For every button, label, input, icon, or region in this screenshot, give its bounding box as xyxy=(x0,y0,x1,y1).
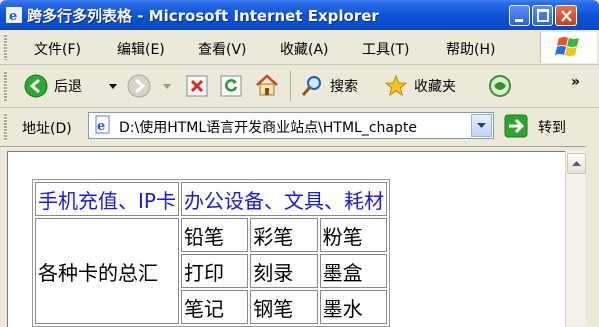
scroll-up-button[interactable] xyxy=(567,153,586,174)
star-icon xyxy=(384,74,408,97)
menu-help[interactable]: 帮助(H) xyxy=(446,39,495,59)
close-button[interactable] xyxy=(555,5,577,26)
standard-toolbar: 后退 搜索 收藏夹 » xyxy=(0,65,599,108)
ie-window: e 跨多行多列表格 - Microsoft Internet Explorer … xyxy=(0,0,599,327)
chevron-up-icon xyxy=(572,161,581,166)
menu-view[interactable]: 查看(V) xyxy=(198,39,247,59)
chevron-down-icon xyxy=(477,123,486,128)
home-icon[interactable] xyxy=(254,73,280,97)
search-label: 搜索 xyxy=(330,79,358,95)
forward-arrow-icon xyxy=(127,74,151,98)
search-icon xyxy=(301,76,321,96)
favorites-label: 收藏夹 xyxy=(414,79,456,95)
table-cell: 钢笔 xyxy=(250,290,318,324)
menu-tools[interactable]: 工具(T) xyxy=(362,39,409,59)
address-grip[interactable] xyxy=(4,113,7,141)
ie-logo-icon: e xyxy=(6,7,22,23)
table-cell: 墨盒 xyxy=(319,254,387,288)
vertical-scrollbar[interactable] xyxy=(565,151,587,326)
table-cell: 打印 xyxy=(180,254,249,288)
demo-table: 手机充值、IP卡 办公设备、文具、耗材 各种卡的总汇 铅笔 彩笔 粉笔 打印 刻… xyxy=(32,179,390,327)
page-content: 手机充值、IP卡 办公设备、文具、耗材 各种卡的总汇 铅笔 彩笔 粉笔 打印 刻… xyxy=(7,151,565,327)
minimize-icon xyxy=(515,19,523,22)
menu-grip[interactable] xyxy=(4,34,7,60)
toolbar-grip[interactable] xyxy=(4,71,7,101)
title-bar[interactable]: e 跨多行多列表格 - Microsoft Internet Explorer xyxy=(0,0,599,30)
table-cell-header-right: 办公设备、文具、耗材 xyxy=(180,182,387,216)
go-arrow-icon xyxy=(504,114,528,138)
media-icon[interactable] xyxy=(488,74,512,98)
menu-edit[interactable]: 编辑(E) xyxy=(117,39,165,59)
back-button[interactable]: 后退 xyxy=(24,73,120,99)
back-arrow-icon xyxy=(24,74,48,98)
table-cell-header-left: 手机充值、IP卡 xyxy=(35,182,179,216)
address-bar: 地址(D) e D:\使用HTML语言开发商业站点\HTML_chapte 转到 xyxy=(0,108,599,147)
forward-button[interactable] xyxy=(127,73,177,99)
table-cell: 笔记 xyxy=(180,290,249,324)
menu-bar: 文件(F) 编辑(E) 查看(V) 收藏(A) 工具(T) 帮助(H) xyxy=(0,30,599,65)
search-button[interactable]: 搜索 xyxy=(300,73,370,99)
stop-icon[interactable] xyxy=(186,75,208,97)
table-row: 各种卡的总汇 铅笔 彩笔 粉笔 xyxy=(35,218,387,324)
table-cell: 粉笔 xyxy=(319,218,387,252)
window-frame-right xyxy=(586,146,599,326)
table-row: 手机充值、IP卡 办公设备、文具、耗材 xyxy=(35,182,387,216)
table-cell: 彩笔 xyxy=(250,218,318,252)
refresh-icon[interactable] xyxy=(220,75,242,97)
windows-logo xyxy=(540,32,597,63)
maximize-button[interactable] xyxy=(532,5,553,26)
address-label: 地址(D) xyxy=(22,121,72,137)
svg-text:e: e xyxy=(97,119,105,134)
back-label: 后退 xyxy=(54,79,82,95)
menu-file[interactable]: 文件(F) xyxy=(34,39,81,59)
favorites-button[interactable]: 收藏夹 xyxy=(384,73,474,99)
minimize-button[interactable] xyxy=(509,5,530,26)
address-dropdown-button[interactable] xyxy=(471,114,492,137)
menu-favorites[interactable]: 收藏(A) xyxy=(280,39,329,59)
chevron-down-icon xyxy=(163,84,171,89)
windows-flag-icon xyxy=(555,37,579,56)
maximize-icon xyxy=(537,9,549,22)
go-button[interactable]: 转到 xyxy=(504,114,584,140)
table-cell: 刻录 xyxy=(250,254,318,288)
page-icon: e xyxy=(95,115,110,134)
address-value: D:\使用HTML语言开发商业站点\HTML_chapte xyxy=(119,120,417,136)
toolbar-overflow-chevron[interactable]: » xyxy=(571,74,580,90)
table-cell: 铅笔 xyxy=(180,218,249,252)
close-icon xyxy=(561,10,572,22)
address-input[interactable]: e D:\使用HTML语言开发商业站点\HTML_chapte xyxy=(88,112,494,139)
toolbar-separator xyxy=(290,71,291,101)
svg-text:e: e xyxy=(9,9,17,23)
table-cell: 墨水 xyxy=(319,290,387,324)
chevron-down-icon xyxy=(109,84,117,89)
go-label: 转到 xyxy=(538,120,566,136)
table-cell-merged: 各种卡的总汇 xyxy=(35,218,179,324)
window-title: 跨多行多列表格 - Microsoft Internet Explorer xyxy=(27,7,379,25)
